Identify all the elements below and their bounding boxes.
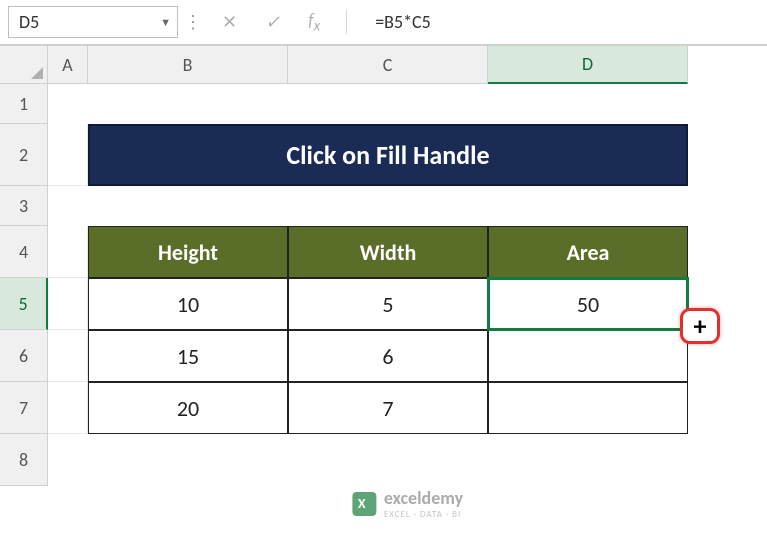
- col-header-c[interactable]: C: [288, 46, 488, 84]
- row-header-6[interactable]: 6: [0, 330, 48, 382]
- cell-d6[interactable]: [488, 330, 688, 382]
- cell-b7[interactable]: 20: [88, 382, 288, 434]
- watermark-tag: EXCEL · DATA · BI: [384, 509, 463, 520]
- select-all-corner[interactable]: [0, 46, 48, 84]
- cell[interactable]: [48, 330, 88, 382]
- cancel-icon[interactable]: ✕: [222, 11, 237, 33]
- cell-c5[interactable]: 5: [288, 278, 488, 330]
- col-headers: ABCD: [48, 46, 767, 84]
- cell[interactable]: [48, 278, 88, 330]
- col-header-b[interactable]: B: [88, 46, 288, 84]
- header-height[interactable]: Height: [88, 226, 288, 278]
- formula-text: =B5*C5: [375, 11, 431, 33]
- spreadsheet-grid: 12345678 ABCD Click on Fill Handle Heigh…: [0, 46, 767, 544]
- col-header-a[interactable]: A: [48, 46, 88, 84]
- watermark-brand: exceldemy: [384, 487, 463, 509]
- cell-b6[interactable]: 15: [88, 330, 288, 382]
- cell[interactable]: [48, 382, 88, 434]
- chevron-down-icon[interactable]: ▼: [160, 16, 171, 29]
- excel-logo-icon: [352, 492, 376, 516]
- title-text: Click on Fill Handle: [286, 139, 489, 171]
- cell-d7[interactable]: [488, 382, 688, 434]
- cell[interactable]: [48, 124, 88, 186]
- separator: [346, 10, 347, 34]
- row-header-3[interactable]: 3: [0, 186, 48, 226]
- watermark: exceldemy EXCEL · DATA · BI: [352, 487, 463, 520]
- fx-icon[interactable]: fx: [308, 9, 320, 36]
- name-box-value: D5: [19, 11, 39, 33]
- plus-icon: +: [694, 310, 707, 342]
- cell-b5[interactable]: 10: [88, 278, 288, 330]
- row-header-2[interactable]: 2: [0, 124, 48, 186]
- cell-c6[interactable]: 6: [288, 330, 488, 382]
- row-headers: 12345678: [0, 84, 48, 486]
- enter-icon[interactable]: ✓: [265, 11, 280, 33]
- formula-bar: D5 ▼ ⋮ ✕ ✓ fx =B5*C5: [0, 0, 767, 46]
- row-header-8[interactable]: 8: [0, 434, 48, 486]
- row-header-4[interactable]: 4: [0, 226, 48, 278]
- row-header-7[interactable]: 7: [0, 382, 48, 434]
- title-banner[interactable]: Click on Fill Handle: [88, 124, 688, 186]
- cell-c7[interactable]: 7: [288, 382, 488, 434]
- row-header-1[interactable]: 1: [0, 84, 48, 124]
- cells-area[interactable]: Click on Fill Handle Height Width Area 1…: [48, 84, 767, 544]
- fill-handle-callout: +: [680, 308, 720, 344]
- cell[interactable]: [48, 226, 88, 278]
- dots-icon: ⋮: [184, 11, 202, 33]
- cell-d5-selected[interactable]: 50: [488, 278, 688, 330]
- name-box[interactable]: D5 ▼: [8, 6, 178, 38]
- formula-input[interactable]: =B5*C5: [359, 11, 759, 33]
- header-area[interactable]: Area: [488, 226, 688, 278]
- row-header-5[interactable]: 5: [0, 278, 48, 330]
- col-header-d[interactable]: D: [488, 46, 688, 84]
- header-width[interactable]: Width: [288, 226, 488, 278]
